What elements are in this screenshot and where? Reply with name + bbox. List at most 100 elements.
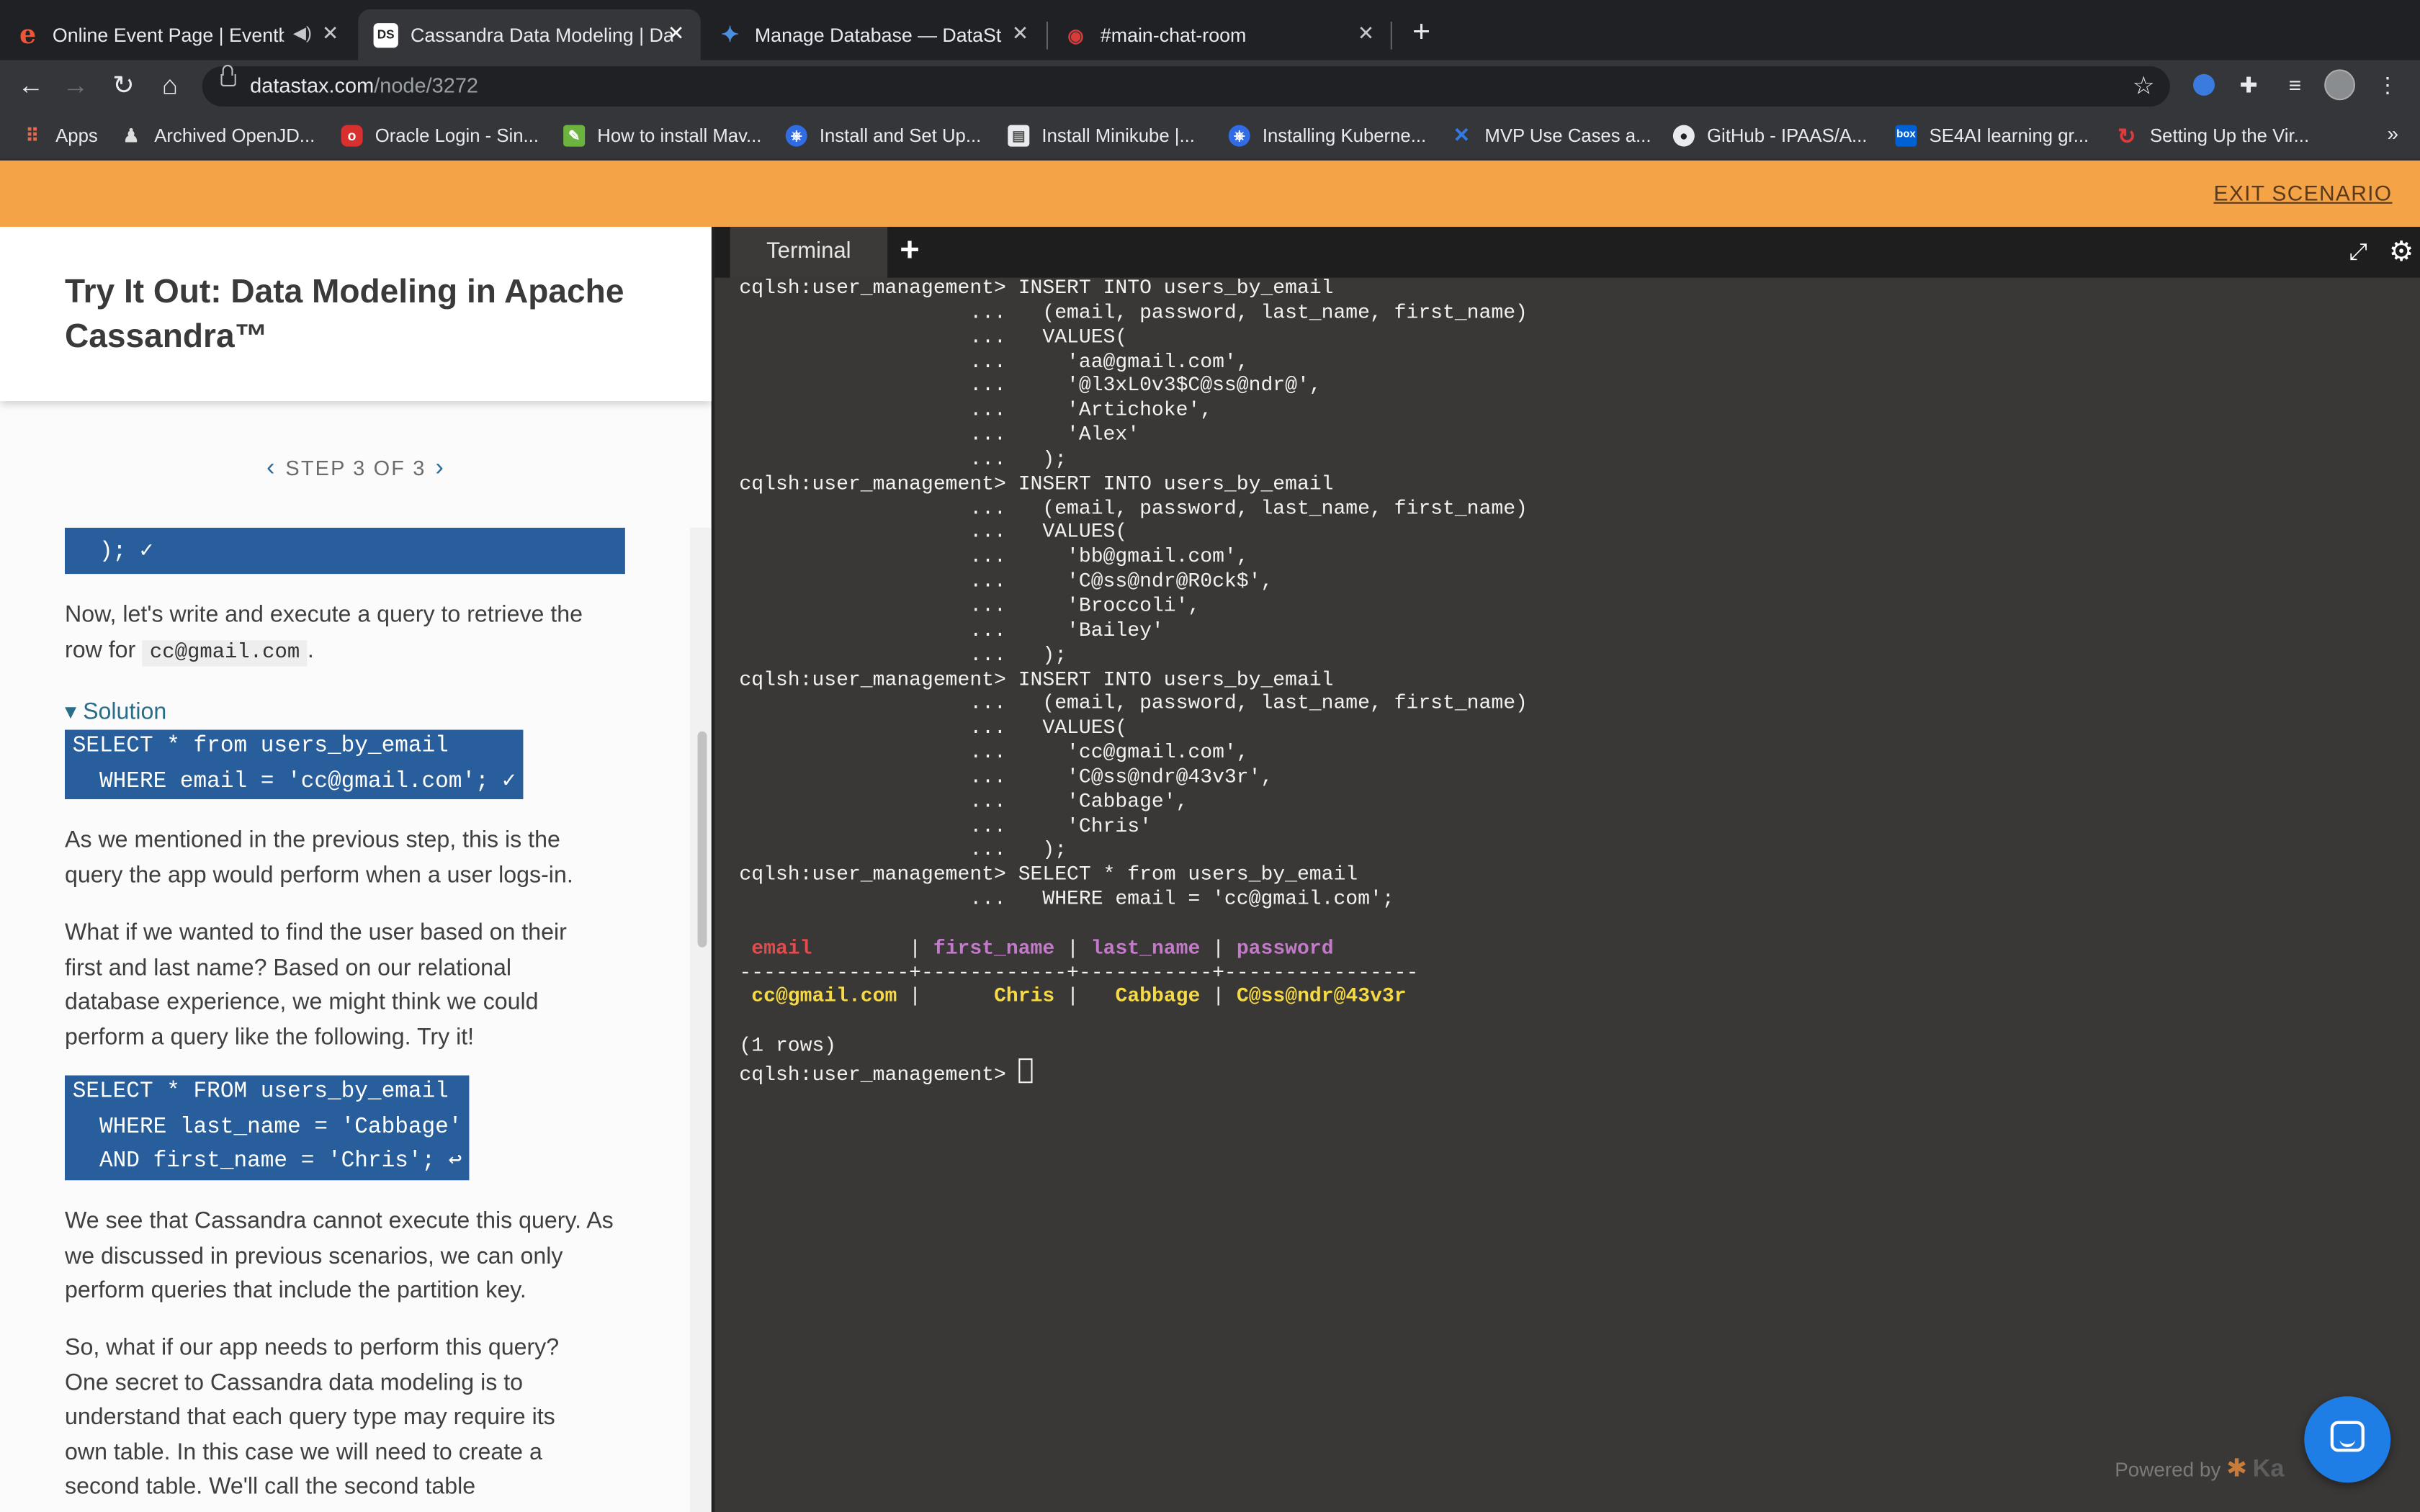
- bookmark-maven[interactable]: ✎ How to install Mav...: [563, 122, 761, 150]
- code-block-previous[interactable]: ); ✓: [65, 527, 625, 575]
- lock-icon: [220, 64, 236, 86]
- speaker-icon[interactable]: ◀): [293, 23, 312, 43]
- close-icon[interactable]: ✕: [663, 22, 688, 46]
- terminal-line: cqlsh:user_management> INSERT INTO users…: [739, 472, 1334, 495]
- tab-title: Online Event Page | Eventb: [52, 24, 284, 46]
- back-arrow-icon[interactable]: ←: [11, 66, 51, 107]
- close-icon[interactable]: ✕: [318, 22, 342, 46]
- chat-icon: [2330, 1421, 2365, 1452]
- bookmark-se4ai[interactable]: box SE4AI learning gr...: [1895, 122, 2089, 150]
- address-bar[interactable]: datastax.com/node/3272 ☆: [202, 64, 2170, 107]
- terminal-line: ... );: [739, 642, 1067, 666]
- bookmark-apps[interactable]: ⠿ Apps: [22, 122, 98, 150]
- step-navigation: ‹ STEP 3 OF 3 ›: [0, 455, 712, 483]
- bookmark-minikube[interactable]: ▤ Install Minikube |...: [1008, 122, 1195, 150]
- page-title: Try It Out: Data Modeling in Apache Cass…: [65, 273, 624, 355]
- solution-code-block[interactable]: SELECT * from users_by_email WHERE email…: [65, 729, 524, 799]
- browser-tab-chat-room[interactable]: ◉ #main-chat-room ✕: [1048, 9, 1391, 60]
- new-tab-plus-icon[interactable]: +: [1404, 15, 1438, 49]
- try-it-code-block[interactable]: SELECT * FROM users_by_email WHERE last_…: [65, 1075, 470, 1180]
- bookmark-label: Apps: [55, 125, 98, 147]
- tab-title: #main-chat-room: [1100, 24, 1247, 46]
- paragraph-partition-key: We see that Cassandra cannot execute thi…: [65, 1207, 614, 1304]
- tab-terminal[interactable]: Terminal: [730, 227, 888, 278]
- terminal-tab-bar: Terminal + ⤢ ⚙: [714, 227, 2420, 278]
- bookmark-label: GitHub - IPAAS/A...: [1707, 125, 1868, 147]
- bookmark-mvp[interactable]: ✕ MVP Use Cases a...: [1451, 122, 1652, 150]
- result-header-first-name: first_name: [933, 936, 1055, 960]
- row-count: (1 rows): [739, 1034, 837, 1058]
- chat-support-button[interactable]: [2304, 1396, 2391, 1483]
- close-icon[interactable]: ✕: [1353, 22, 1378, 46]
- media-queue-icon[interactable]: ≡: [2280, 69, 2311, 100]
- paragraph-login-query: As we mentioned in the previous step, th…: [65, 827, 573, 888]
- lesson-pane: Try It Out: Data Modeling in Apache Cass…: [0, 227, 712, 1512]
- browser-tab-cassandra[interactable]: DS Cassandra Data Modeling | Dat ✕: [358, 9, 701, 60]
- terminal-line: ... VALUES(: [739, 521, 1128, 544]
- bookmark-oracle[interactable]: o Oracle Login - Sin...: [341, 122, 539, 150]
- tab-separator: [1390, 22, 1392, 50]
- result-password: C@ss@ndr@43v3r: [1236, 985, 1407, 1009]
- terminal-line: ... 'C@ss@ndr@43v3r',: [739, 765, 1273, 788]
- add-terminal-plus-icon[interactable]: +: [900, 230, 920, 270]
- chevron-right-icon[interactable]: ›: [435, 455, 445, 481]
- lesson-content[interactable]: ); ✓ Now, let's write and execute a quer…: [0, 527, 694, 1512]
- scrollbar-thumb[interactable]: [697, 731, 707, 948]
- terminal-line: ... );: [739, 447, 1067, 471]
- bookmark-label: Install Minikube |...: [1041, 125, 1195, 147]
- terminal-line: ... 'bb@gmail.com',: [739, 545, 1249, 569]
- expand-fullscreen-icon[interactable]: ⤢: [2349, 239, 2367, 265]
- oracle-icon: o: [341, 125, 363, 147]
- leaf-icon: ✎: [563, 125, 586, 147]
- extension-blue-icon[interactable]: [2189, 69, 2220, 100]
- menu-kebab-icon[interactable]: ⋮: [2372, 69, 2403, 100]
- katacoda-logo-icon: Ka: [2252, 1456, 2285, 1483]
- chevron-left-icon[interactable]: ‹: [266, 455, 277, 481]
- powered-by-label: Powered by: [2115, 1457, 2221, 1482]
- bookmark-star-icon[interactable]: ☆: [2133, 71, 2155, 102]
- terminal-prompt-line[interactable]: cqlsh:user_management>: [739, 1058, 2406, 1086]
- bookmark-label: Oracle Login - Sin...: [375, 125, 539, 147]
- result-email: cc@gmail.com: [751, 985, 897, 1009]
- redhat-icon: ↻: [2118, 123, 2136, 148]
- terminal-line: ... (email, password, last_name, first_n…: [739, 300, 1528, 324]
- terminal-output[interactable]: cqlsh:user_management> INSERT INTO users…: [739, 276, 2406, 1086]
- bookmark-kubernetes[interactable]: ⎈ Installing Kuberne...: [1228, 122, 1426, 150]
- close-icon[interactable]: ✕: [1008, 22, 1032, 46]
- terminal-line: ... 'Chris': [739, 814, 1152, 837]
- terminal-line: ... WHERE email = 'cc@gmail.com';: [739, 887, 1394, 911]
- exit-scenario-link[interactable]: EXIT SCENARIO: [2214, 181, 2393, 205]
- bookmark-label: SE4AI learning gr...: [1929, 125, 2089, 147]
- extensions-puzzle-icon[interactable]: ✚: [2233, 69, 2264, 100]
- url-text[interactable]: datastax.com/node/3272: [250, 74, 478, 97]
- browser-tab-strip: e Online Event Page | Eventb ◀) ✕ DS Cas…: [0, 0, 2420, 60]
- bookmark-label: Archived OpenJD...: [154, 125, 315, 147]
- gear-icon[interactable]: ⚙: [2389, 236, 2414, 269]
- bookmark-github[interactable]: ● GitHub - IPAAS/A...: [1672, 122, 1868, 150]
- terminal-line: cqlsh:user_management> INSERT INTO users…: [739, 276, 1334, 300]
- bookmark-openjdk[interactable]: ♟ Archived OpenJD...: [120, 122, 315, 150]
- terminal-line: ... VALUES(: [739, 325, 1128, 348]
- terminal-line: ... (email, password, last_name, first_n…: [739, 496, 1528, 520]
- reload-icon[interactable]: ↻: [104, 66, 144, 107]
- browser-tab-manage-database[interactable]: ✦ Manage Database — DataStax ✕: [702, 9, 1045, 60]
- powered-by-text: Powered by ✱ Ka: [2115, 1454, 2284, 1485]
- solution-toggle[interactable]: ▾ Solution: [65, 696, 166, 730]
- terminal-line: ... 'Bailey': [739, 618, 1164, 642]
- terminal-line: ... '@l3xL0v3$C@ss@ndr@',: [739, 374, 1322, 397]
- profile-avatar[interactable]: [2324, 69, 2355, 101]
- home-icon[interactable]: ⌂: [150, 66, 190, 107]
- browser-tab-eventbrite[interactable]: e Online Event Page | Eventb ◀) ✕: [15, 9, 354, 60]
- document-icon: ▤: [1008, 125, 1030, 147]
- bookmarks-overflow-icon[interactable]: »: [2387, 122, 2398, 145]
- terminal-line: ... 'Artichoke',: [739, 398, 1213, 422]
- result-header-email: email: [751, 936, 812, 960]
- terminal-line: ... 'cc@gmail.com',: [739, 740, 1249, 764]
- terminal-pane[interactable]: Terminal + ⤢ ⚙ cqlsh:user_management> IN…: [711, 227, 2420, 1512]
- bookmark-label: How to install Mav...: [597, 125, 762, 147]
- forward-arrow-icon[interactable]: →: [55, 66, 96, 107]
- bookmark-setting-up-vir[interactable]: ↻ Setting Up the Vir...: [2116, 122, 2309, 150]
- bookmark-install-setup[interactable]: ⎈ Install and Set Up...: [785, 122, 981, 150]
- step-label: STEP 3 OF 3: [285, 456, 426, 480]
